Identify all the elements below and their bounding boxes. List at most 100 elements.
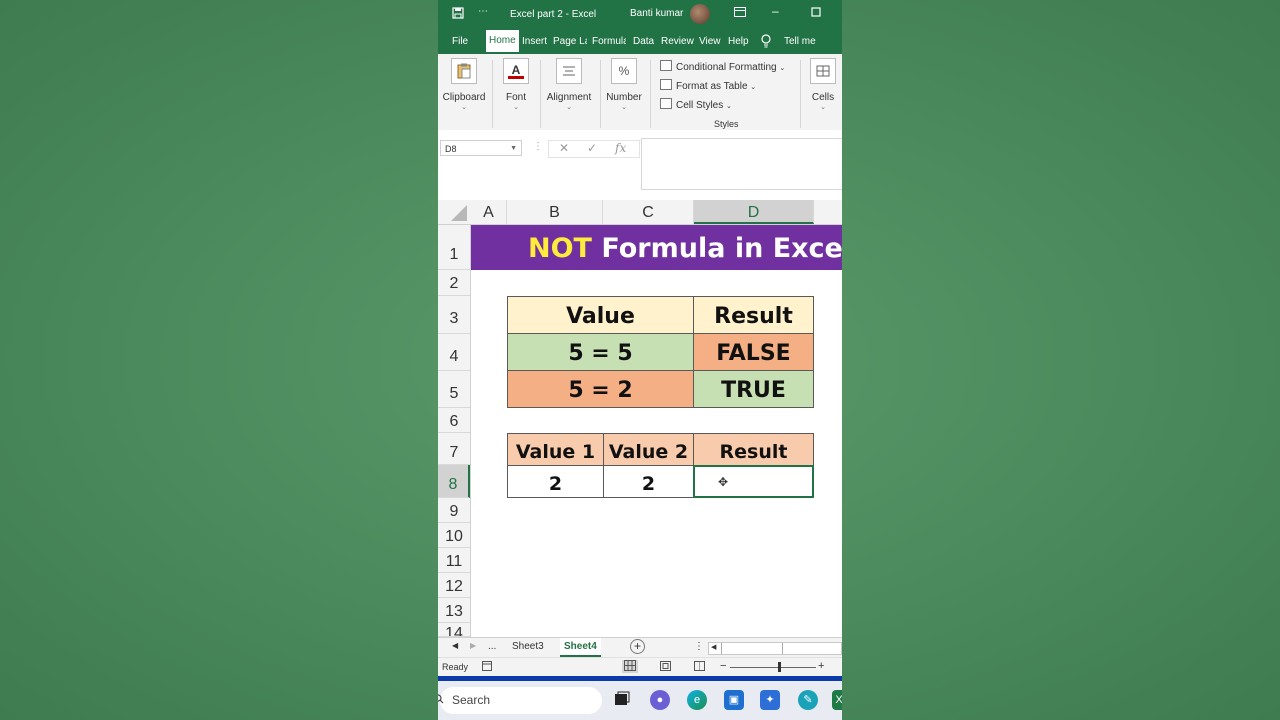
row-header[interactable]: 1 xyxy=(438,225,470,270)
select-all-button[interactable] xyxy=(438,200,470,224)
row-header[interactable]: 5 xyxy=(438,371,470,408)
row-header[interactable]: 6 xyxy=(438,408,470,433)
sheet-more[interactable]: ... xyxy=(488,641,496,652)
column-header-c[interactable]: C xyxy=(603,200,694,224)
excel-app-icon[interactable]: X xyxy=(832,690,842,710)
number-group[interactable]: % Number ⌄ xyxy=(605,58,643,111)
tab-formulas[interactable]: Formula xyxy=(592,36,626,47)
zoom-in-button[interactable]: + xyxy=(818,660,824,672)
table1-row2-value[interactable]: 5 = 2 xyxy=(507,370,694,408)
clipboard-group[interactable]: Clipboard ⌄ xyxy=(442,58,486,111)
maximize-icon[interactable] xyxy=(811,7,821,20)
formula-input[interactable] xyxy=(641,138,842,190)
status-ready: Ready xyxy=(442,662,469,672)
chat-app-icon[interactable]: ● xyxy=(650,690,670,710)
cell-styles-button[interactable]: Cell Styles ⌄ xyxy=(660,98,732,111)
conditional-formatting-button[interactable]: Conditional Formatting ⌄ xyxy=(660,60,785,73)
cell-text: 2 xyxy=(548,473,563,495)
tab-home[interactable]: Home xyxy=(486,30,519,52)
table2-header-value1[interactable]: Value 1 xyxy=(507,433,604,466)
tab-data[interactable]: Data xyxy=(633,36,654,47)
accessibility-icon[interactable] xyxy=(482,661,492,673)
row-header[interactable]: 7 xyxy=(438,433,470,465)
scrollbar-thumb[interactable] xyxy=(721,643,783,654)
zoom-out-button[interactable]: − xyxy=(720,660,726,672)
table2-header-value2[interactable]: Value 2 xyxy=(603,433,694,466)
table1-row1-value[interactable]: 5 = 5 xyxy=(507,333,694,371)
tab-insert[interactable]: Insert xyxy=(522,36,547,47)
font-icon: A xyxy=(503,58,529,84)
sheet-tab-sheet4[interactable]: Sheet4 xyxy=(560,638,601,657)
minimize-icon[interactable]: – xyxy=(772,4,779,18)
table1-header-result[interactable]: Result xyxy=(693,296,814,334)
zoom-slider[interactable] xyxy=(730,667,816,668)
ribbon-display-icon[interactable] xyxy=(734,7,746,20)
table2-row-value1[interactable]: 2 xyxy=(507,465,604,498)
user-name[interactable]: Banti kumar xyxy=(630,8,683,19)
format-as-table-button[interactable]: Format as Table ⌄ xyxy=(660,79,756,92)
app-icon[interactable]: ✎ xyxy=(798,690,818,710)
column-header-a[interactable]: A xyxy=(471,200,507,224)
column-header-b[interactable]: B xyxy=(507,200,603,224)
worksheet-grid[interactable]: NOT Formula in Excel Value Result 5 = 5 … xyxy=(471,225,842,637)
table1-row2-result[interactable]: TRUE xyxy=(693,370,814,408)
avatar[interactable] xyxy=(690,4,710,24)
tab-page-layout[interactable]: Page La xyxy=(553,36,587,47)
row-header[interactable]: 14 xyxy=(438,623,470,637)
active-cell-d8[interactable] xyxy=(693,465,814,498)
sheet-next-icon[interactable]: ▶ xyxy=(470,641,476,650)
sheet-tab-sheet3[interactable]: Sheet3 xyxy=(512,641,544,652)
row-header[interactable]: 10 xyxy=(438,523,470,548)
excel-window: ⋯ Excel part 2 - Excel Banti kumar – Fil… xyxy=(438,0,842,720)
more-options-icon[interactable]: ⋮ xyxy=(694,641,704,652)
row-header-selected[interactable]: 8 xyxy=(438,465,470,498)
document-title: Excel part 2 - Excel xyxy=(510,9,597,20)
horizontal-scrollbar[interactable]: ◀ xyxy=(708,642,842,655)
row-header[interactable]: 4 xyxy=(438,334,470,371)
ribbon: Clipboard ⌄ A Font ⌄ Alignment ⌄ % Numbe… xyxy=(438,54,842,131)
name-box[interactable]: D8 ▼ xyxy=(440,140,522,156)
edge-browser-icon[interactable]: e xyxy=(687,690,707,710)
insert-function-icon[interactable]: fx xyxy=(615,141,626,155)
chevron-down-icon: ⌄ xyxy=(779,65,786,72)
scroll-left-icon[interactable]: ◀ xyxy=(711,643,716,651)
row-header[interactable]: 9 xyxy=(438,498,470,523)
table2-header-result[interactable]: Result xyxy=(693,433,814,466)
page-break-view-icon[interactable] xyxy=(694,661,705,673)
row-header[interactable]: 13 xyxy=(438,598,470,623)
task-view-icon[interactable] xyxy=(612,690,632,710)
alignment-group[interactable]: Alignment ⌄ xyxy=(544,58,594,111)
column-header-d[interactable]: D xyxy=(694,200,814,224)
cell-text: Result xyxy=(714,304,793,329)
save-icon[interactable] xyxy=(452,7,464,22)
row-header[interactable]: 12 xyxy=(438,573,470,598)
tab-help[interactable]: Help xyxy=(728,36,749,47)
add-sheet-icon[interactable]: + xyxy=(630,639,645,654)
tell-me-search[interactable]: Tell me xyxy=(784,36,816,47)
store-app-icon[interactable]: ▣ xyxy=(724,690,744,710)
cells-group[interactable]: Cells ⌄ xyxy=(808,58,838,111)
row-header[interactable]: 11 xyxy=(438,548,470,573)
percent-icon: % xyxy=(611,58,637,84)
tab-view[interactable]: View xyxy=(699,36,721,47)
table2-row-value2[interactable]: 2 xyxy=(603,465,694,498)
cancel-icon[interactable]: ✕ xyxy=(559,141,569,155)
tab-review[interactable]: Review xyxy=(661,36,694,47)
row-header[interactable]: 2 xyxy=(438,270,470,296)
cells-label: Cells xyxy=(811,92,835,103)
quick-access-more[interactable]: ⋯ xyxy=(478,6,488,17)
enter-icon[interactable]: ✓ xyxy=(587,141,597,155)
sheet-prev-icon[interactable]: ◀ xyxy=(452,641,458,650)
zoom-slider-thumb[interactable] xyxy=(778,662,781,672)
font-group[interactable]: A Font ⌄ xyxy=(500,58,532,111)
app-icon[interactable]: ✦ xyxy=(760,690,780,710)
tab-file[interactable]: File xyxy=(452,36,468,47)
table1-header-value[interactable]: Value xyxy=(507,296,694,334)
row-header[interactable]: 3 xyxy=(438,296,470,334)
taskbar-search[interactable]: Search xyxy=(438,687,602,714)
normal-view-icon[interactable] xyxy=(622,660,638,673)
page-layout-view-icon[interactable] xyxy=(660,661,671,673)
table1-row1-result[interactable]: FALSE xyxy=(693,333,814,371)
more-options-icon[interactable]: ⋮ xyxy=(533,141,543,152)
chevron-down-icon[interactable]: ▼ xyxy=(510,141,517,157)
